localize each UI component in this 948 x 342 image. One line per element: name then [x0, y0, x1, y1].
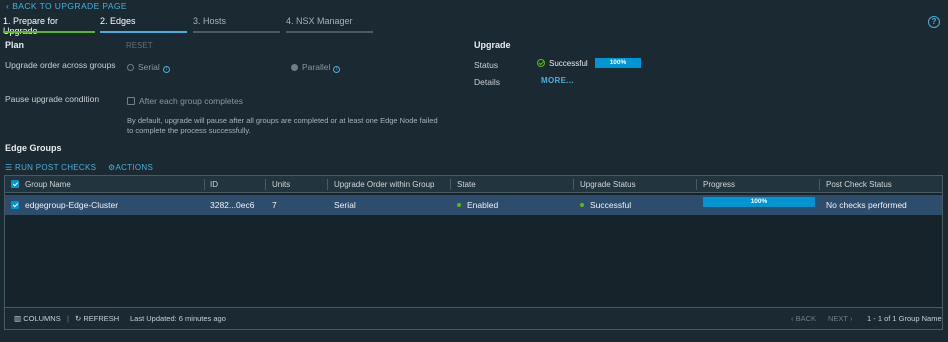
pause-checkbox-label: After each group completes — [139, 96, 243, 106]
run-post-checks-label: RUN POST CHECKS — [15, 163, 97, 172]
edge-groups-title: Edge Groups — [5, 143, 62, 153]
checkbox-box — [127, 97, 135, 105]
col-post-check-status[interactable]: Post Check Status — [826, 176, 892, 193]
cell-state: Enabled — [457, 195, 498, 215]
upgrade-order-label: Upgrade order across groups — [5, 60, 116, 70]
col-state[interactable]: State — [457, 176, 476, 193]
chevron-right-icon: › — [849, 314, 853, 323]
cell-id: 3282...0ec6 — [210, 200, 255, 210]
checkbox-box — [11, 180, 19, 188]
run-post-checks-button[interactable]: ☰ RUN POST CHECKS — [5, 163, 96, 172]
pause-note-line: By default, upgrade will pause after all… — [127, 116, 438, 125]
chevron-left-icon: ‹ — [791, 314, 794, 323]
row-checkbox[interactable] — [11, 195, 23, 215]
progress-text: 100% — [609, 59, 627, 66]
cell-order: Serial — [334, 200, 356, 210]
footer-divider: | — [67, 314, 69, 323]
grid-footer: ▥ COLUMNS | ↻ REFRESH Last Updated: 6 mi… — [5, 307, 942, 329]
radio-circle — [127, 64, 134, 71]
col-upgrade-order[interactable]: Upgrade Order within Group — [334, 176, 435, 193]
status-dot — [457, 203, 461, 207]
cell-post-check: No checks performed — [826, 200, 907, 210]
last-updated: Last Updated: 6 minutes ago — [130, 314, 226, 323]
status-text: Successful — [549, 59, 588, 68]
radio-circle — [291, 64, 298, 71]
next-page-button[interactable]: NEXT › — [828, 308, 852, 330]
serial-radio[interactable]: Serial i — [127, 62, 170, 73]
row-progress-bar: 100% — [703, 197, 815, 207]
step-label: 3. Hosts — [193, 16, 227, 26]
table-row[interactable]: edgegroup-Edge-Cluster 3282...0ec6 7 Ser… — [5, 195, 942, 215]
chevron-left-icon: ‹ — [6, 1, 10, 11]
col-upgrade-status[interactable]: Upgrade Status — [580, 176, 636, 193]
group-name-link[interactable]: edgegroup-Edge-Cluster — [25, 195, 118, 215]
pagination-range: 1 - 1 of 1 Group Name — [867, 314, 942, 323]
step-hosts[interactable]: 3. Hosts — [193, 16, 280, 33]
pause-note: By default, upgrade will pause after all… — [127, 116, 438, 135]
status-value: Successful — [537, 59, 588, 68]
edge-groups-grid: Group Name ID Units Upgrade Order within… — [4, 175, 943, 330]
back-page-button[interactable]: ‹ BACK — [791, 308, 816, 330]
plan-title: Plan — [5, 40, 25, 50]
progress-text: 100% — [750, 198, 768, 205]
actions-button[interactable]: ⚙ACTIONS — [108, 163, 153, 172]
step-edges[interactable]: 2. Edges — [100, 16, 187, 33]
state-text: Enabled — [467, 200, 499, 210]
step-prepare[interactable]: 1. Prepare for Upgrade — [3, 16, 95, 36]
refresh-label: REFRESH — [83, 314, 120, 323]
select-all-checkbox[interactable] — [11, 176, 23, 193]
back-label: BACK — [795, 314, 817, 323]
columns-icon: ▥ — [14, 314, 22, 323]
pause-note-line: to complete the process successfully. — [127, 125, 251, 135]
col-progress[interactable]: Progress — [703, 176, 735, 193]
columns-label: COLUMNS — [23, 314, 61, 323]
parallel-label: Parallel — [302, 62, 331, 72]
col-id[interactable]: ID — [210, 176, 218, 193]
grid-header: Group Name ID Units Upgrade Order within… — [5, 176, 942, 193]
refresh-button[interactable]: ↻ REFRESH — [75, 308, 119, 330]
status-dot — [580, 203, 584, 207]
cell-upgrade-status: Successful — [580, 195, 631, 215]
cell-units: 7 — [272, 200, 277, 210]
col-units[interactable]: Units — [272, 176, 290, 193]
step-label: 4. NSX Manager — [286, 16, 353, 26]
upgrade-status-text: Successful — [590, 200, 632, 210]
back-to-upgrade-link[interactable]: ‹ BACK TO UPGRADE PAGE — [6, 1, 127, 11]
step-label: 2. Edges — [100, 16, 136, 26]
back-link-label: BACK TO UPGRADE PAGE — [12, 1, 127, 11]
step-nsx-manager[interactable]: 4. NSX Manager — [286, 16, 373, 33]
pause-condition-label: Pause upgrade condition — [5, 94, 100, 104]
help-icon[interactable]: ? — [928, 16, 940, 28]
info-icon[interactable]: i — [333, 66, 341, 73]
step-label: 1. Prepare for Upgrade — [3, 16, 59, 36]
columns-button[interactable]: ▥ COLUMNS — [14, 308, 61, 330]
next-label: NEXT — [828, 314, 848, 323]
more-details-link[interactable]: MORE... — [541, 76, 574, 85]
pause-checkbox[interactable]: After each group completes — [127, 96, 243, 106]
upgrade-progress-bar: 100% — [595, 58, 641, 68]
checkbox-box — [11, 201, 19, 209]
details-label: Details — [474, 77, 500, 87]
parallel-radio[interactable]: Parallel i — [291, 62, 341, 73]
list-icon: ☰ — [5, 163, 13, 172]
refresh-icon: ↻ — [75, 314, 82, 323]
info-icon[interactable]: i — [162, 66, 170, 73]
actions-label: ACTIONS — [115, 163, 154, 172]
serial-label: Serial — [138, 62, 160, 72]
upgrade-title: Upgrade — [474, 40, 511, 50]
col-group-name[interactable]: Group Name — [25, 176, 71, 193]
status-label: Status — [474, 60, 499, 70]
reset-button[interactable]: RESET — [126, 41, 153, 50]
success-check-icon — [537, 59, 545, 67]
